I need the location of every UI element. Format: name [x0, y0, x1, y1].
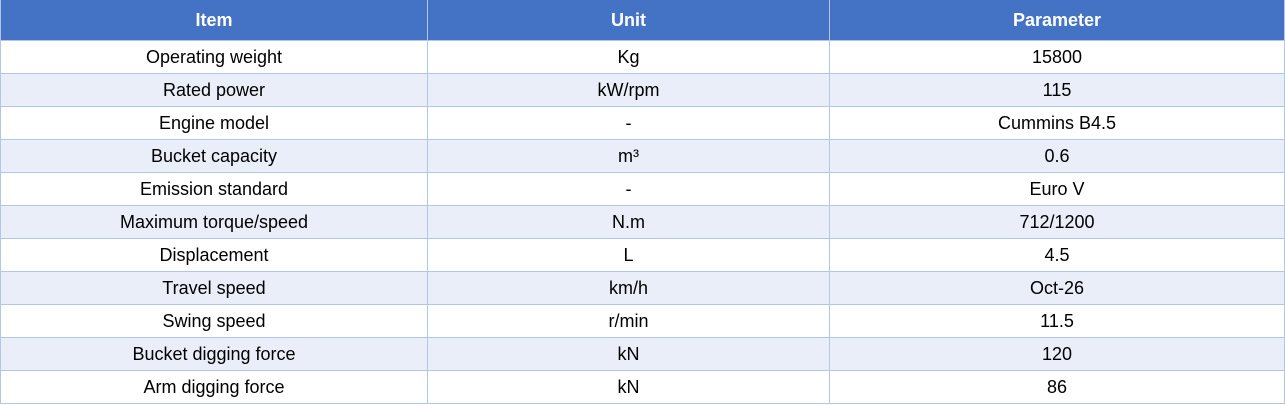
cell-unit: Kg: [427, 40, 830, 74]
table-row: Operating weight Kg 15800: [0, 40, 1285, 74]
cell-item: Swing speed: [0, 304, 428, 338]
cell-parameter: Euro V: [829, 172, 1285, 206]
table-row: Swing speed r/min 11.5: [0, 304, 1285, 338]
cell-unit: kW/rpm: [427, 73, 830, 107]
header-item: Item: [0, 0, 428, 41]
table-row: Bucket capacity m³ 0.6: [0, 139, 1285, 173]
cell-item: Travel speed: [0, 271, 428, 305]
cell-parameter: 15800: [829, 40, 1285, 74]
cell-unit: kN: [427, 370, 830, 404]
table-row: Rated power kW/rpm 115: [0, 73, 1285, 107]
cell-parameter: Oct-26: [829, 271, 1285, 305]
cell-parameter: 712/1200: [829, 205, 1285, 239]
cell-parameter: Cummins B4.5: [829, 106, 1285, 140]
cell-item: Displacement: [0, 238, 428, 272]
cell-item: Bucket capacity: [0, 139, 428, 173]
cell-unit: L: [427, 238, 830, 272]
cell-item: Engine model: [0, 106, 428, 140]
cell-unit: km/h: [427, 271, 830, 305]
table-header-row: Item Unit Parameter: [0, 0, 1285, 41]
table-row: Bucket digging force kN 120: [0, 337, 1285, 371]
cell-item: Rated power: [0, 73, 428, 107]
cell-item: Operating weight: [0, 40, 428, 74]
cell-item: Arm digging force: [0, 370, 428, 404]
header-parameter: Parameter: [829, 0, 1285, 41]
cell-unit: N.m: [427, 205, 830, 239]
cell-unit: -: [427, 172, 830, 206]
cell-item: Emission standard: [0, 172, 428, 206]
table-row: Maximum torque/speed N.m 712/1200: [0, 205, 1285, 239]
table-row: Displacement L 4.5: [0, 238, 1285, 272]
table-row: Arm digging force kN 86: [0, 370, 1285, 404]
cell-unit: -: [427, 106, 830, 140]
header-unit: Unit: [427, 0, 830, 41]
cell-unit: kN: [427, 337, 830, 371]
table-row: Engine model - Cummins B4.5: [0, 106, 1285, 140]
cell-parameter: 11.5: [829, 304, 1285, 338]
cell-parameter: 86: [829, 370, 1285, 404]
cell-parameter: 4.5: [829, 238, 1285, 272]
cell-parameter: 120: [829, 337, 1285, 371]
cell-unit: m³: [427, 139, 830, 173]
cell-parameter: 0.6: [829, 139, 1285, 173]
cell-item: Maximum torque/speed: [0, 205, 428, 239]
cell-item: Bucket digging force: [0, 337, 428, 371]
cell-unit: r/min: [427, 304, 830, 338]
cell-parameter: 115: [829, 73, 1285, 107]
table-row: Emission standard - Euro V: [0, 172, 1285, 206]
table-row: Travel speed km/h Oct-26: [0, 271, 1285, 305]
spec-table: Item Unit Parameter Operating weight Kg …: [0, 0, 1285, 404]
